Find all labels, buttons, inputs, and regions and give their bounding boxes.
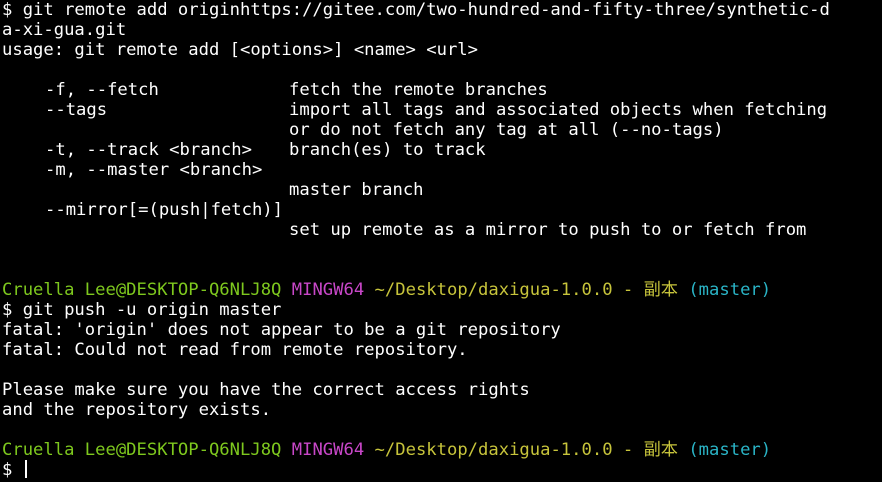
option-name [2, 120, 289, 140]
option-row: set up remote as a mirror to push to or … [2, 220, 882, 240]
option-name: -m, --master <branch> [45, 160, 263, 180]
prompt-path: ~/Desktop/daxigua-1.0.0 - 副本 [374, 440, 678, 460]
option-description: import all tags and associated objects w… [289, 100, 828, 120]
shell-prompt: Cruella Lee@DESKTOP-Q6NLJ8Q MINGW64 ~/De… [2, 440, 882, 460]
option-row: -t, --track <branch> branch(es) to track [2, 140, 882, 160]
option-description: master branch [289, 180, 424, 200]
command-line-wrap: a-xi-gua.git [2, 20, 127, 40]
text-cursor [24, 460, 27, 478]
option-row: --tags import all tags and associated ob… [2, 100, 882, 120]
option-row: or do not fetch any tag at all (--no-tag… [2, 120, 882, 140]
terminal-window[interactable]: $ git remote add originhttps://gitee.com… [0, 0, 882, 482]
option-name: -t, --track <branch> [45, 140, 252, 160]
option-row: master branch [2, 180, 882, 200]
option-description: branch(es) to track [289, 140, 486, 160]
prompt-user-host: Cruella Lee@DESKTOP-Q6NLJ8Q [2, 440, 282, 460]
command-line: $ git remote add originhttps://gitee.com… [2, 0, 830, 20]
option-row: --mirror[=(push|fetch)] [2, 200, 882, 220]
option-row: -m, --master <branch> [2, 160, 882, 180]
option-description: fetch the remote branches [289, 80, 548, 100]
option-name [2, 220, 289, 240]
option-description: set up remote as a mirror to push to or … [289, 220, 807, 240]
error-line: fatal: Could not read from remote reposi… [2, 340, 468, 360]
command-input-line[interactable]: $ [2, 460, 882, 480]
prompt-path: ~/Desktop/daxigua-1.0.0 - 副本 [374, 280, 678, 300]
option-name: --mirror[=(push|fetch)] [45, 200, 283, 220]
error-line: fatal: 'origin' does not appear to be a … [2, 320, 561, 340]
prompt-system: MINGW64 [291, 440, 365, 460]
prompt-branch: (master) [688, 440, 772, 460]
shell-prompt: Cruella Lee@DESKTOP-Q6NLJ8Q MINGW64 ~/De… [2, 280, 882, 300]
command-line: $ git push -u origin master [2, 300, 282, 320]
hint-line: Please make sure you have the correct ac… [2, 380, 530, 400]
hint-line: and the repository exists. [2, 400, 272, 420]
prompt-symbol: $ [2, 460, 13, 480]
option-name: --tags [45, 100, 108, 120]
usage-line: usage: git remote add [<options>] <name>… [2, 40, 478, 60]
option-name: -f, --fetch [45, 80, 159, 100]
prompt-system: MINGW64 [291, 280, 365, 300]
option-description: or do not fetch any tag at all (--no-tag… [289, 120, 724, 140]
prompt-branch: (master) [688, 280, 772, 300]
prompt-user-host: Cruella Lee@DESKTOP-Q6NLJ8Q [2, 280, 282, 300]
option-name [2, 180, 289, 200]
option-row: -f, --fetch fetch the remote branches [2, 80, 882, 100]
